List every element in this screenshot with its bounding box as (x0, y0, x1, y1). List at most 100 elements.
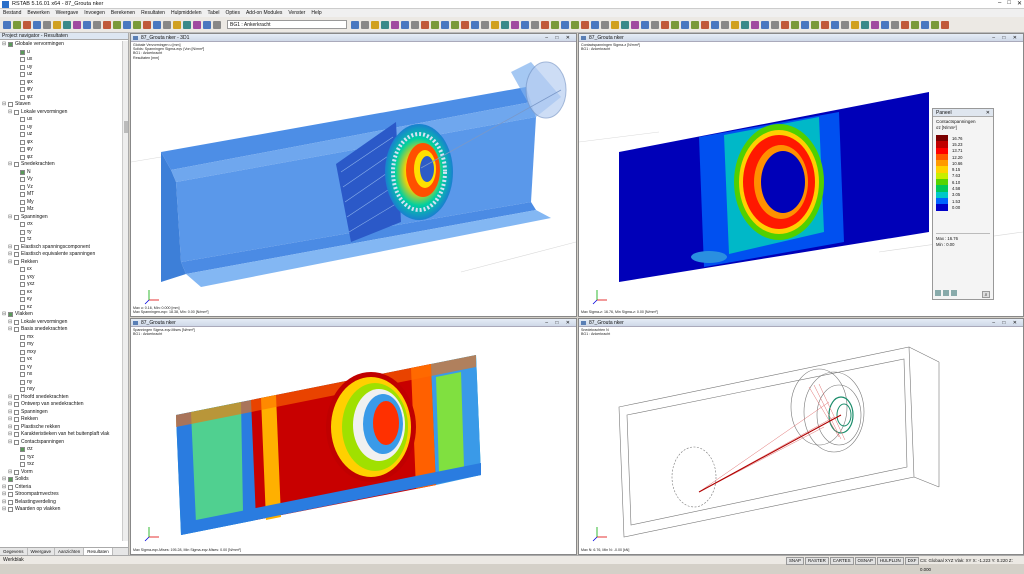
toolbar-icon[interactable] (701, 20, 709, 29)
toolbar-icon[interactable] (721, 20, 729, 29)
toolbar-icon[interactable] (681, 20, 689, 29)
toolbar-icon[interactable] (531, 20, 539, 29)
tree-checkbox[interactable] (20, 454, 25, 460)
tree-checkbox[interactable] (20, 117, 25, 123)
expand-icon[interactable]: ⊟ (8, 244, 13, 252)
tree-checkbox[interactable] (14, 394, 19, 400)
tree-checkbox[interactable] (20, 147, 25, 153)
tree-checkbox[interactable] (14, 439, 19, 445)
tree-checkbox[interactable] (20, 192, 25, 198)
toolbar-icon[interactable] (631, 20, 639, 29)
expand-icon[interactable]: ⊟ (2, 499, 7, 507)
tree-checkbox[interactable] (20, 237, 25, 243)
tree-item[interactable]: φz (0, 94, 122, 102)
toolbar-icon[interactable] (741, 20, 749, 29)
toolbar-icon[interactable] (3, 20, 11, 29)
tree-item[interactable]: vx (0, 356, 122, 364)
tree-checkbox[interactable] (20, 207, 25, 213)
toolbar-icon[interactable] (861, 20, 869, 29)
expand-icon[interactable]: ⊟ (2, 476, 7, 484)
toolbar-icon[interactable] (163, 20, 171, 29)
view-controls[interactable]: – □ ✕ (545, 34, 573, 42)
close-button[interactable]: ✕ (1017, 0, 1022, 7)
toolbar-icon[interactable] (361, 20, 369, 29)
toolbar-icon[interactable] (521, 20, 529, 29)
toolbar-icon[interactable] (421, 20, 429, 29)
tree-checkbox[interactable] (20, 169, 25, 175)
tree-item[interactable]: ⊟ Vlakken (0, 311, 122, 319)
menu-item[interactable]: Bewerken (27, 10, 49, 16)
tree-item[interactable]: τz (0, 236, 122, 244)
toolbar-icon[interactable] (541, 20, 549, 29)
zoom-icon[interactable]: ⌕ (982, 291, 990, 298)
tree-item[interactable]: ⊟ Vorm (0, 469, 122, 477)
menu-item[interactable]: Invoegen (84, 10, 105, 16)
tree-item[interactable]: ⊟ Globale vervormingen (0, 41, 122, 49)
maximize-button[interactable]: □ (1007, 0, 1011, 7)
tree-checkbox[interactable] (14, 409, 19, 415)
tree-item[interactable]: ⊟ Karakteristieken van het buitenplaft vl… (0, 431, 122, 439)
expand-icon[interactable]: ⊟ (2, 41, 7, 49)
tree-checkbox[interactable] (8, 484, 13, 490)
expand-icon[interactable]: ⊟ (8, 319, 13, 327)
expand-icon[interactable]: ⊟ (8, 251, 13, 259)
tree-checkbox[interactable] (20, 274, 25, 280)
legend-panel[interactable]: Paneel ✕ Contactspanningen σz [N/mm²] 16.… (932, 108, 994, 300)
tree-checkbox[interactable] (20, 334, 25, 340)
toolbar-icon[interactable] (781, 20, 789, 29)
tree-checkbox[interactable] (20, 94, 25, 100)
settings-icon[interactable] (935, 290, 941, 296)
tree-item[interactable]: ⊟ Hoofd snedekrachten (0, 394, 122, 402)
tree-item[interactable]: ⊟ Spanningen (0, 409, 122, 417)
tree-item[interactable]: vy (0, 364, 122, 372)
navigator-scrollbar[interactable] (122, 41, 128, 541)
tree-checkbox[interactable] (20, 124, 25, 130)
toolbar-icon[interactable] (881, 20, 889, 29)
tree-item[interactable]: ⊟ Lokale vervormingen (0, 319, 122, 327)
toolbar-icon[interactable] (791, 20, 799, 29)
toolbar-icon[interactable] (33, 20, 41, 29)
tree-item[interactable]: nx (0, 371, 122, 379)
toolbar-icon[interactable] (821, 20, 829, 29)
tree-item[interactable]: γxz (0, 281, 122, 289)
toolbar-icon[interactable] (133, 20, 141, 29)
tree-checkbox[interactable] (14, 424, 19, 430)
tree-item[interactable]: Vy (0, 176, 122, 184)
tree-checkbox[interactable] (14, 402, 19, 408)
toolbar-icon[interactable] (153, 20, 161, 29)
tree-item[interactable]: κx (0, 289, 122, 297)
menu-item[interactable]: Help (311, 10, 321, 16)
tree-item[interactable]: φz (0, 154, 122, 162)
toolbar-icon[interactable] (441, 20, 449, 29)
toolbar-icon[interactable] (43, 20, 51, 29)
tree-item[interactable]: ⊟ Spanningen (0, 214, 122, 222)
toolbar-icon[interactable] (63, 20, 71, 29)
tree-checkbox[interactable] (20, 139, 25, 145)
toolbar-icon[interactable] (411, 20, 419, 29)
tree-item[interactable]: mx (0, 334, 122, 342)
view-bottom-right[interactable]: 87_Grouta nker – □ ✕ Snedekrachten N BG1 … (578, 318, 1024, 555)
expand-icon[interactable]: ⊟ (8, 424, 13, 432)
tree-item[interactable]: ux (0, 56, 122, 64)
toolbar-icon[interactable] (561, 20, 569, 29)
tree-checkbox[interactable] (14, 469, 19, 475)
toolbar-icon[interactable] (491, 20, 499, 29)
tree-item[interactable]: ⊟ Waarden op vlakken (0, 506, 122, 514)
tree-item[interactable]: uz (0, 131, 122, 139)
expand-icon[interactable]: ⊟ (8, 416, 13, 424)
toolbar-icon[interactable] (891, 20, 899, 29)
toolbar-icon[interactable] (801, 20, 809, 29)
menu-item[interactable]: Add-on Modules (246, 10, 282, 16)
toolbar-icon[interactable] (711, 20, 719, 29)
toolbar-icon[interactable] (731, 20, 739, 29)
toolbar-icon[interactable] (871, 20, 879, 29)
expand-icon[interactable]: ⊟ (8, 439, 13, 447)
tree-checkbox[interactable] (20, 267, 25, 273)
tree-checkbox[interactable] (20, 282, 25, 288)
tree-item[interactable]: ⊟ Belastingverdeling (0, 499, 122, 507)
tree-item[interactable]: τyz (0, 454, 122, 462)
tree-checkbox[interactable] (14, 252, 19, 258)
minimize-button[interactable]: – (998, 0, 1001, 7)
tree-checkbox[interactable] (20, 447, 25, 453)
tree-checkbox[interactable] (20, 372, 25, 378)
